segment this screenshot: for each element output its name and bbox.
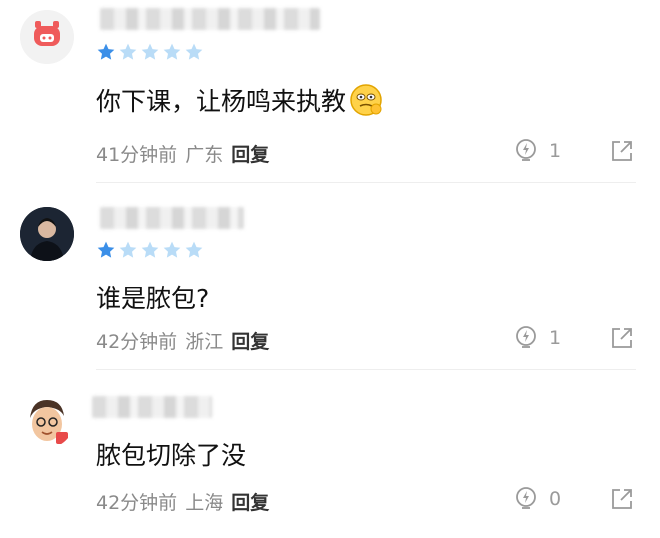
star-filled-icon: [97, 43, 115, 60]
comment-item: 谁是脓包? 42分钟前 浙江 回复 1: [0, 185, 660, 370]
comment-meta: 42分钟前 上海 回复: [96, 488, 269, 515]
lightbulb-icon: [516, 487, 536, 509]
like-count: 1: [549, 140, 562, 162]
comment-time: 41分钟前: [96, 144, 178, 166]
share-icon[interactable]: [610, 487, 634, 511]
comment-meta: 41分钟前 广东 回复: [96, 140, 269, 167]
comment-time: 42分钟前: [96, 331, 178, 353]
username[interactable]: [100, 207, 244, 229]
like-button[interactable]: 1: [513, 325, 561, 351]
rating-stars: [96, 42, 204, 62]
comment-text: 谁是脓包?: [96, 284, 210, 313]
lightbulb-icon: [516, 326, 536, 348]
share-icon[interactable]: [610, 326, 634, 350]
username[interactable]: [100, 8, 320, 30]
comment-text-row: 脓包切除了没: [96, 436, 246, 472]
like-button[interactable]: 1: [513, 138, 561, 164]
star-empty-icon: [141, 43, 159, 60]
star-empty-icon: [185, 241, 203, 258]
reply-button[interactable]: 回复: [231, 488, 269, 515]
comment-text-row: 你下课，让杨鸣来执教: [96, 82, 384, 118]
avatar[interactable]: [20, 10, 74, 64]
star-empty-icon: [119, 43, 137, 60]
avatar[interactable]: [20, 394, 74, 448]
thinking-emoji-icon: [350, 84, 382, 116]
reply-button[interactable]: 回复: [231, 327, 269, 354]
comment-text: 你下课，让杨鸣来执教: [96, 87, 347, 116]
like-count: 0: [549, 488, 562, 510]
comment-time: 42分钟前: [96, 492, 178, 514]
share-icon[interactable]: [610, 139, 634, 163]
pig-icon: [20, 10, 74, 64]
comment-item: 脓包切除了没 42分钟前 上海 回复 0: [0, 370, 660, 538]
cartoon-face-icon: [20, 394, 74, 448]
username[interactable]: [92, 396, 212, 418]
star-empty-icon: [163, 241, 181, 258]
comment-text-row: 谁是脓包?: [96, 279, 209, 315]
avatar[interactable]: [20, 207, 74, 261]
reply-button[interactable]: 回复: [231, 140, 269, 167]
comment-meta: 42分钟前 浙江 回复: [96, 327, 269, 354]
star-empty-icon: [119, 241, 137, 258]
comment-location: 浙江: [185, 331, 224, 353]
star-empty-icon: [163, 43, 181, 60]
like-count: 1: [549, 327, 562, 349]
star-empty-icon: [141, 241, 159, 258]
lightbulb-icon: [516, 139, 536, 161]
star-empty-icon: [185, 43, 203, 60]
comment-item: 你下课，让杨鸣来执教 41分钟前 广东 回复 1: [0, 0, 660, 185]
divider: [96, 182, 636, 183]
comment-text: 脓包切除了没: [96, 441, 247, 470]
comment-location: 上海: [185, 492, 224, 514]
person-photo-icon: [20, 207, 74, 261]
like-button[interactable]: 0: [513, 486, 561, 512]
star-filled-icon: [97, 241, 115, 258]
rating-stars: [96, 240, 204, 260]
comment-location: 广东: [185, 144, 224, 166]
